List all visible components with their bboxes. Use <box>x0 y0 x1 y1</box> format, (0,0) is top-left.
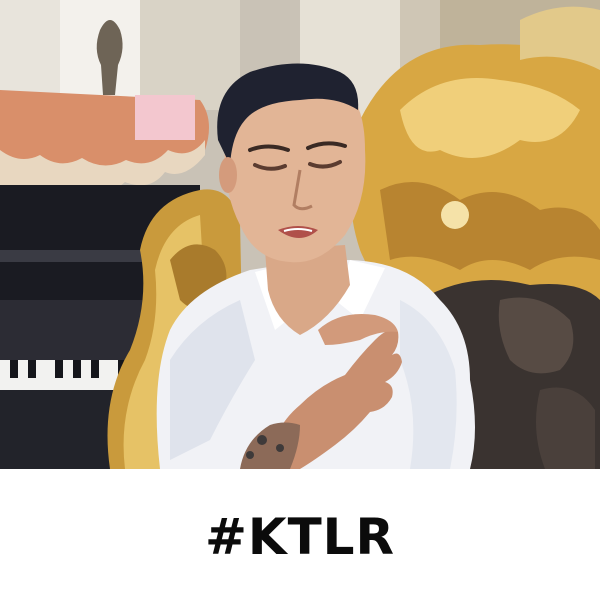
photo-illustration <box>0 0 600 469</box>
upholstery-pattern-lower <box>536 387 595 469</box>
tattoo-mark-2 <box>276 444 284 452</box>
hashtag-caption: #KTLR <box>204 507 396 566</box>
tattoo-mark <box>257 435 267 445</box>
tattoo-mark-3 <box>246 451 254 459</box>
chair-crest-jewel <box>441 201 469 229</box>
curtain <box>140 0 240 110</box>
pink-cloth <box>135 95 195 140</box>
ear <box>219 157 237 193</box>
caption-band: #KTLR <box>0 469 600 600</box>
photo <box>0 0 600 469</box>
